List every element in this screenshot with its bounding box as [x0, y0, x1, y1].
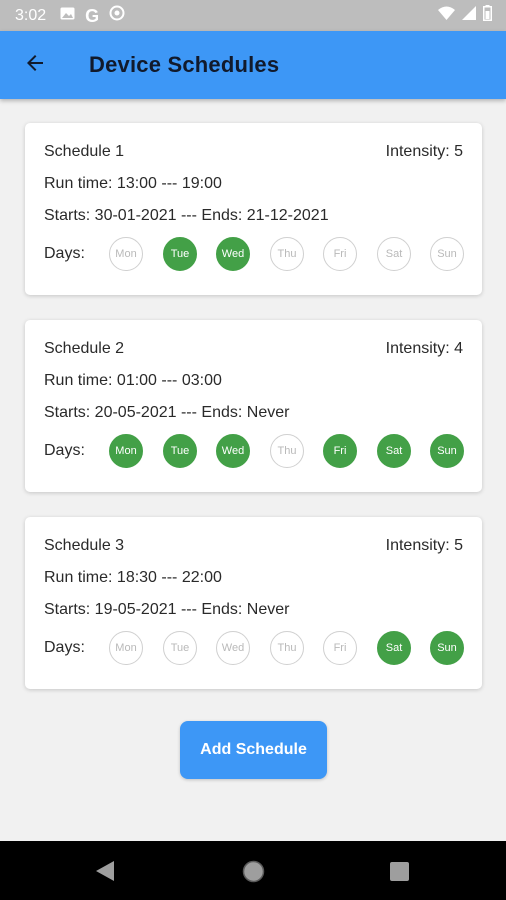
- status-notification-icons: G: [60, 5, 125, 26]
- status-system-icons: [438, 5, 492, 26]
- schedule-run-time: Run time: 01:00 --- 03:00: [44, 372, 222, 389]
- days-label: Days:: [44, 442, 85, 459]
- status-time: 3:02: [15, 6, 47, 24]
- schedule-dates: Starts: 20-05-2021 --- Ends: Never: [44, 404, 290, 421]
- day-toggle-sun[interactable]: Sun: [430, 237, 464, 271]
- day-toggle-thu[interactable]: Thu: [270, 434, 304, 468]
- schedule-name: Schedule 2: [44, 340, 125, 357]
- image-icon: [60, 7, 75, 25]
- signal-icon: [462, 6, 476, 25]
- schedule-run-time: Run time: 18:30 --- 22:00: [44, 569, 222, 586]
- day-toggle-thu[interactable]: Thu: [270, 237, 304, 271]
- day-toggle-mon[interactable]: Mon: [109, 631, 143, 665]
- page-title: Device Schedules: [89, 52, 280, 77]
- day-toggle-mon[interactable]: Mon: [109, 237, 143, 271]
- nav-recents-icon[interactable]: [390, 862, 409, 886]
- day-toggle-wed[interactable]: Wed: [216, 237, 250, 271]
- battery-icon: [483, 5, 492, 26]
- schedule-card[interactable]: Schedule 1 Intensity: 5 Run time: 13:00 --…: [25, 123, 482, 295]
- app-bar: Device Schedules: [0, 31, 506, 99]
- days-label: Days:: [44, 245, 85, 262]
- back-button[interactable]: [15, 45, 55, 85]
- schedule-intensity: Intensity: 5: [385, 143, 463, 160]
- system-navigation-bar: [0, 841, 506, 900]
- wifi-icon: [438, 6, 455, 25]
- day-toggle-sun[interactable]: Sun: [430, 434, 464, 468]
- sync-icon: [109, 5, 125, 26]
- nav-back-icon[interactable]: [96, 861, 114, 886]
- day-toggle-tue[interactable]: Tue: [163, 434, 197, 468]
- day-toggle-mon[interactable]: Mon: [109, 434, 143, 468]
- schedule-card[interactable]: Schedule 2 Intensity: 4 Run time: 01:00 --…: [25, 320, 482, 492]
- schedule-run-time: Run time: 13:00 --- 19:00: [44, 175, 222, 192]
- day-toggle-tue[interactable]: Tue: [163, 631, 197, 665]
- day-toggle-sat[interactable]: Sat: [377, 237, 411, 271]
- status-bar: 3:02 G: [0, 0, 506, 31]
- schedule-dates: Starts: 30-01-2021 --- Ends: 21-12-2021: [44, 207, 329, 224]
- schedule-card[interactable]: Schedule 3 Intensity: 5 Run time: 18:30 --…: [25, 517, 482, 689]
- day-toggle-fri[interactable]: Fri: [323, 631, 357, 665]
- day-toggle-sat[interactable]: Sat: [377, 434, 411, 468]
- day-toggle-fri[interactable]: Fri: [323, 237, 357, 271]
- day-toggle-thu[interactable]: Thu: [270, 631, 304, 665]
- arrow-back-icon: [23, 51, 47, 80]
- schedule-name: Schedule 1: [44, 143, 125, 160]
- day-toggle-sat[interactable]: Sat: [377, 631, 411, 665]
- days-label: Days:: [44, 639, 85, 656]
- day-toggle-tue[interactable]: Tue: [163, 237, 197, 271]
- day-toggle-fri[interactable]: Fri: [323, 434, 357, 468]
- schedule-intensity: Intensity: 5: [385, 537, 463, 554]
- schedule-dates: Starts: 19-05-2021 --- Ends: Never: [44, 601, 290, 618]
- schedule-intensity: Intensity: 4: [385, 340, 463, 357]
- day-toggle-wed[interactable]: Wed: [216, 631, 250, 665]
- google-icon: G: [85, 5, 100, 26]
- day-toggle-wed[interactable]: Wed: [216, 434, 250, 468]
- nav-home-icon[interactable]: [242, 860, 265, 888]
- schedule-name: Schedule 3: [44, 537, 125, 554]
- day-toggle-sun[interactable]: Sun: [430, 631, 464, 665]
- add-schedule-button[interactable]: Add Schedule: [180, 721, 327, 779]
